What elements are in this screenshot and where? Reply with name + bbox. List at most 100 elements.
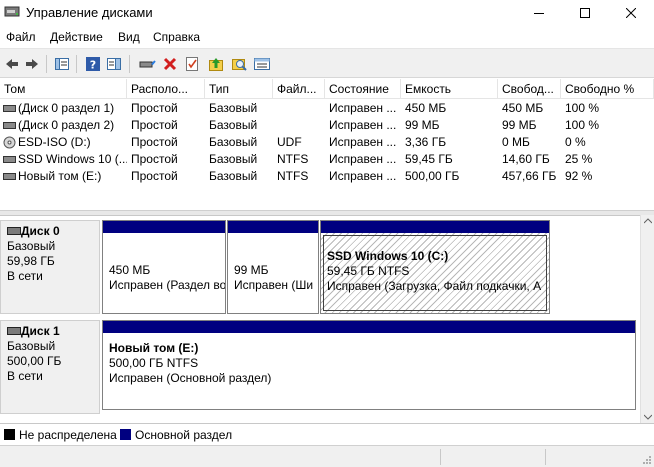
- cell-status: Исправен ...: [329, 118, 397, 132]
- back-arrow-icon: [6, 59, 18, 69]
- disk-1-type: Базовый: [7, 339, 56, 353]
- volume-list: Том Располо... Тип Файл... Состояние Емк…: [0, 79, 654, 210]
- show-hide-console-button[interactable]: [52, 54, 72, 74]
- cell-free-percent: 25 %: [565, 152, 593, 166]
- toolbar-separator: [129, 55, 130, 73]
- scroll-down-icon[interactable]: [644, 414, 652, 420]
- connect-drive-button[interactable]: [137, 54, 157, 74]
- cell-free-space: 14,60 ГБ: [502, 152, 550, 166]
- cell-filesystem: UDF: [277, 135, 302, 149]
- cell-status: Исправен ...: [329, 152, 397, 166]
- partition-size: 99 МБ: [234, 263, 269, 277]
- partition-disk0-2[interactable]: 99 МБ Исправен (Ши: [227, 220, 319, 314]
- disk-1-name: Диск 1: [21, 324, 60, 338]
- partition-status: Исправен (Ши: [234, 278, 314, 292]
- properties-button[interactable]: [182, 54, 202, 74]
- status-divider: [440, 449, 441, 465]
- back-button[interactable]: [2, 54, 22, 74]
- column-header-capacity[interactable]: Емкость: [401, 79, 498, 99]
- minimize-button[interactable]: [516, 0, 562, 26]
- disk-0-name: Диск 0: [21, 224, 60, 238]
- cell-capacity: 3,36 ГБ: [405, 135, 447, 149]
- column-header-layout[interactable]: Располо...: [127, 79, 205, 99]
- status-divider: [545, 449, 546, 465]
- menu-action[interactable]: Действие: [50, 30, 103, 44]
- cell-free-space: 457,66 ГБ: [502, 169, 557, 183]
- maximize-button[interactable]: [562, 0, 608, 26]
- delete-button[interactable]: [160, 54, 180, 74]
- details-button[interactable]: [252, 54, 272, 74]
- connect-icon: [139, 60, 156, 68]
- disk-management-app-icon: [4, 6, 20, 17]
- cell-filesystem: [273, 100, 325, 117]
- menu-help[interactable]: Справка: [153, 30, 200, 44]
- resize-grip-icon[interactable]: [642, 455, 652, 465]
- scroll-up-icon[interactable]: [644, 218, 652, 224]
- minimize-icon: [534, 13, 544, 14]
- partition-size: 59,45 ГБ NTFS: [327, 264, 410, 278]
- column-header-free-percent[interactable]: Свободно %: [561, 79, 654, 99]
- disk-0-type: Базовый: [7, 239, 56, 253]
- table-row[interactable]: (Диск 0 раздел 1) Простой Базовый Исправ…: [0, 100, 654, 117]
- cell-capacity: 59,45 ГБ: [405, 152, 453, 166]
- legend-swatch-unallocated: [4, 429, 15, 440]
- find-button[interactable]: [229, 54, 249, 74]
- panel-icon: [55, 58, 69, 70]
- title-bar: Управление дисками: [0, 0, 654, 26]
- up-level-button[interactable]: [206, 54, 226, 74]
- column-header-type[interactable]: Тип: [205, 79, 273, 99]
- selected-partition-hatch: SSD Windows 10 (C:) 59,45 ГБ NTFS Исправ…: [321, 233, 549, 313]
- table-row[interactable]: Новый том (E:) Простой Базовый NTFS Испр…: [0, 168, 654, 185]
- help-button[interactable]: ?: [83, 54, 103, 74]
- cell-capacity: 99 МБ: [405, 118, 440, 132]
- show-pane-button[interactable]: [104, 54, 124, 74]
- cell-filesystem: NTFS: [277, 169, 309, 183]
- properties-icon: [186, 57, 198, 71]
- primary-partition-bar: [103, 321, 635, 333]
- cell-capacity: 450 МБ: [405, 101, 447, 115]
- column-header-free-space[interactable]: Свобод...: [498, 79, 561, 99]
- disk-0-label[interactable]: Диск 0 Базовый 59,98 ГБ В сети: [0, 220, 100, 314]
- cell-filesystem: NTFS: [277, 152, 309, 166]
- partition-disk1-1[interactable]: Новый том (E:) 500,00 ГБ NTFS Исправен (…: [102, 320, 636, 410]
- close-button[interactable]: [608, 0, 654, 26]
- svg-text:?: ?: [90, 59, 96, 72]
- table-row[interactable]: ESD-ISO (D:) Простой Базовый UDF Исправе…: [0, 134, 654, 151]
- up-icon: [209, 58, 223, 71]
- menu-file[interactable]: Файл: [6, 30, 36, 44]
- delete-icon: [163, 57, 177, 71]
- cell-volume: (Диск 0 раздел 2): [18, 118, 115, 132]
- toolbar-separator: [76, 55, 77, 73]
- cell-layout: Простой: [131, 152, 178, 166]
- column-header-status[interactable]: Состояние: [325, 79, 401, 99]
- forward-button[interactable]: [22, 54, 42, 74]
- partition-status: Исправен (Загрузка, Файл подкачки, А: [327, 279, 542, 293]
- table-row[interactable]: SSD Windows 10 (... Простой Базовый NTFS…: [0, 151, 654, 168]
- legend-label-unallocated: Не распределена: [19, 428, 117, 442]
- partition-title: SSD Windows 10 (C:): [327, 249, 449, 263]
- disk-1-size: 500,00 ГБ: [7, 354, 62, 368]
- cell-free-percent: 92 %: [565, 169, 593, 183]
- toolbar: ?: [0, 48, 654, 78]
- cell-free-percent: 100 %: [565, 118, 600, 132]
- disk-pane-scrollbar[interactable]: [640, 215, 654, 423]
- cell-status: Исправен ...: [329, 101, 397, 115]
- cell-layout: Простой: [131, 101, 178, 115]
- table-row[interactable]: (Диск 0 раздел 2) Простой Базовый Исправ…: [0, 117, 654, 134]
- cell-volume: SSD Windows 10 (...: [18, 152, 127, 166]
- details-icon: [254, 58, 270, 70]
- cell-type: Базовый: [209, 101, 258, 115]
- cell-type: Базовый: [209, 152, 258, 166]
- cell-volume: Новый том (E:): [18, 169, 102, 183]
- partition-disk0-1[interactable]: 450 МБ Исправен (Раздел во: [102, 220, 226, 314]
- cell-free-space: 99 МБ: [502, 118, 537, 132]
- menu-view[interactable]: Вид: [118, 30, 140, 44]
- primary-partition-bar: [321, 221, 549, 233]
- menu-bar: Файл Действие Вид Справка: [0, 26, 654, 48]
- close-icon: [626, 8, 636, 18]
- partition-disk0-3-selected[interactable]: SSD Windows 10 (C:) 59,45 ГБ NTFS Исправ…: [320, 220, 550, 314]
- disk-0-size: 59,98 ГБ: [7, 254, 55, 268]
- disk-1-label[interactable]: Диск 1 Базовый 500,00 ГБ В сети: [0, 320, 100, 414]
- column-header-volume[interactable]: Том: [0, 79, 127, 99]
- column-header-filesystem[interactable]: Файл...: [273, 79, 325, 99]
